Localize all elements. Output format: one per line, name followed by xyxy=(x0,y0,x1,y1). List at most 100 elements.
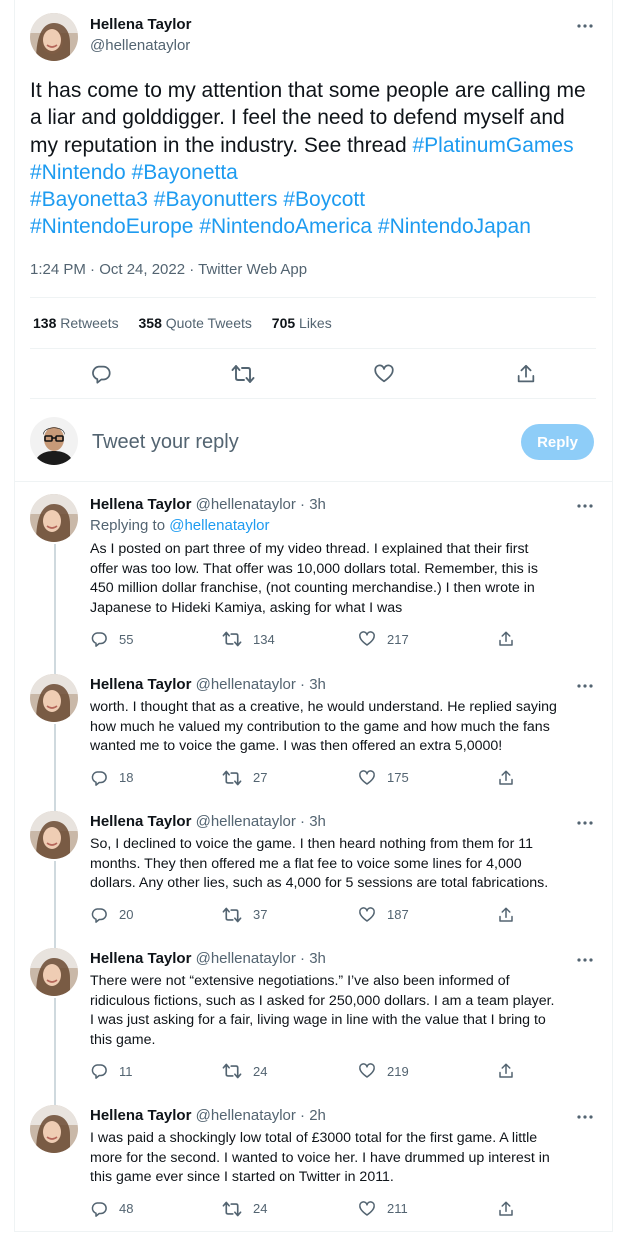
like-button[interactable]: 217 xyxy=(358,630,409,648)
reply-author-avatar[interactable] xyxy=(30,1105,78,1153)
author-handle[interactable]: @hellenataylor xyxy=(90,37,190,54)
share-button[interactable] xyxy=(497,769,515,787)
reply-button[interactable]: 18 xyxy=(90,769,133,787)
likes-stat[interactable]: 705 Likes xyxy=(272,315,332,331)
reply-author-avatar[interactable] xyxy=(30,674,78,722)
reply-author-handle[interactable]: @hellenataylor · 3h xyxy=(191,813,326,830)
reply-author-name[interactable]: Hellena Taylor xyxy=(90,950,191,967)
retweet-icon xyxy=(231,365,255,383)
reply-author-handle[interactable]: @hellenataylor · 3h xyxy=(191,676,326,693)
more-options-icon[interactable] xyxy=(575,16,595,36)
like-button[interactable]: 175 xyxy=(358,769,409,787)
divider xyxy=(30,398,596,399)
share-button[interactable] xyxy=(497,1062,515,1080)
reply-button[interactable]: 48 xyxy=(90,1200,133,1218)
like-count: 217 xyxy=(387,631,409,647)
author-avatar[interactable] xyxy=(30,13,78,61)
divider xyxy=(30,348,596,349)
heart-icon xyxy=(358,1200,376,1218)
share-button[interactable] xyxy=(515,363,537,385)
share-icon xyxy=(497,630,515,648)
reply-text: I was paid a shockingly low total of £30… xyxy=(90,1129,600,1188)
share-button[interactable] xyxy=(497,906,515,924)
reply-author-name[interactable]: Hellena Taylor xyxy=(90,496,191,513)
reply-count: 18 xyxy=(119,770,134,785)
reply-header: Hellena Taylor @hellenataylor · 3h xyxy=(90,676,326,694)
reply-author-name[interactable]: Hellena Taylor xyxy=(90,1107,191,1124)
share-button[interactable] xyxy=(497,1200,515,1218)
more-options-icon[interactable] xyxy=(575,950,595,970)
share-button[interactable] xyxy=(497,630,515,648)
like-button[interactable]: 187 xyxy=(358,906,409,924)
reply-button[interactable]: 55 xyxy=(90,630,133,648)
reply-author-name[interactable]: Hellena Taylor xyxy=(90,813,191,830)
retweet-icon xyxy=(222,1200,242,1218)
hashtag-link[interactable]: #Nintendo xyxy=(30,161,126,184)
like-count: 211 xyxy=(387,1201,408,1216)
reply-author-handle[interactable]: @hellenataylor · 3h xyxy=(191,950,326,967)
reply-author-avatar[interactable] xyxy=(30,948,78,996)
quotes-count: 358 xyxy=(138,315,162,331)
like-count: 187 xyxy=(387,907,409,922)
like-button[interactable]: 211 xyxy=(358,1200,408,1218)
heart-icon xyxy=(358,1062,376,1080)
retweet-button[interactable] xyxy=(231,363,255,385)
thread-connector xyxy=(54,544,56,674)
hashtag-link[interactable]: #Bayonetta3 xyxy=(30,188,148,211)
hashtag-link[interactable]: #NintendoEurope xyxy=(30,215,193,238)
reply-author-name[interactable]: Hellena Taylor xyxy=(90,676,191,693)
heart-icon xyxy=(374,364,394,383)
reply-text-line: There were not “extensive negotiations.”… xyxy=(90,973,510,989)
quotes-stat[interactable]: 358 Quote Tweets xyxy=(139,315,252,331)
reply-button[interactable] xyxy=(90,363,112,385)
like-button[interactable] xyxy=(373,363,395,385)
reply-author-avatar[interactable] xyxy=(30,811,78,859)
retweet-button[interactable]: 134 xyxy=(222,630,275,648)
reply-icon xyxy=(92,365,111,384)
more-options-icon[interactable] xyxy=(575,496,595,516)
retweet-button[interactable]: 24 xyxy=(222,1200,267,1218)
hashtag-link[interactable]: #Boycott xyxy=(283,188,365,211)
retweet-button[interactable]: 27 xyxy=(222,769,267,787)
replying-to-handle-link[interactable]: @hellenataylor xyxy=(169,517,269,534)
reply-text-line: I was just asking for a fair, living wag… xyxy=(90,1012,546,1028)
more-options-icon[interactable] xyxy=(575,813,595,833)
likes-count: 705 xyxy=(271,315,296,331)
divider xyxy=(14,481,612,482)
reply-author-handle[interactable]: @hellenataylor · 3h xyxy=(191,496,326,513)
replying-to-label: Replying to xyxy=(90,517,170,534)
hashtag-link[interactable]: #Bayonutters xyxy=(154,188,278,211)
reply-submit-button[interactable]: Reply xyxy=(521,424,594,460)
more-options-icon[interactable] xyxy=(575,676,595,696)
like-count: 175 xyxy=(387,770,409,785)
reply-author-avatar[interactable] xyxy=(30,494,78,542)
retweet-button[interactable]: 24 xyxy=(222,1062,267,1080)
retweet-icon xyxy=(222,1062,242,1080)
share-icon xyxy=(497,769,515,787)
reply-button[interactable]: 20 xyxy=(90,906,133,924)
hashtag-link[interactable]: #PlatinumGames xyxy=(413,134,574,157)
retweet-icon xyxy=(222,630,242,648)
retweets-stat[interactable]: 138 Retweets xyxy=(33,315,119,331)
share-icon xyxy=(517,364,535,383)
hashtag-link[interactable]: #NintendoJapan xyxy=(378,215,531,238)
retweet-count: 37 xyxy=(253,907,268,922)
tweet-text: It has come to my attention that some pe… xyxy=(30,77,596,241)
hashtag-link[interactable]: #Bayonetta xyxy=(132,161,238,184)
like-button[interactable]: 219 xyxy=(358,1062,409,1080)
reply-text-line: worth. I thought that as a creative, he … xyxy=(90,699,557,715)
reply-input[interactable]: Tweet your reply xyxy=(92,431,239,454)
reply-author-handle[interactable]: @hellenataylor · 2h xyxy=(191,1107,326,1124)
thread-connector xyxy=(54,998,56,1105)
author-name[interactable]: Hellena Taylor xyxy=(90,16,191,33)
more-options-icon[interactable] xyxy=(575,1107,595,1127)
tweet-timestamp[interactable]: 1:24 PM · Oct 24, 2022 · Twitter Web App xyxy=(30,261,307,278)
reply-button[interactable]: 11 xyxy=(90,1062,133,1080)
reply-text-line: months. They then offered me a flat fee … xyxy=(90,855,522,872)
retweet-button[interactable]: 37 xyxy=(222,906,267,924)
current-user-avatar[interactable] xyxy=(30,417,78,465)
hashtag-link[interactable]: #NintendoAmerica xyxy=(199,215,372,238)
reply-count: 11 xyxy=(119,1063,133,1079)
share-icon xyxy=(497,1062,515,1080)
reply-icon xyxy=(90,769,108,787)
